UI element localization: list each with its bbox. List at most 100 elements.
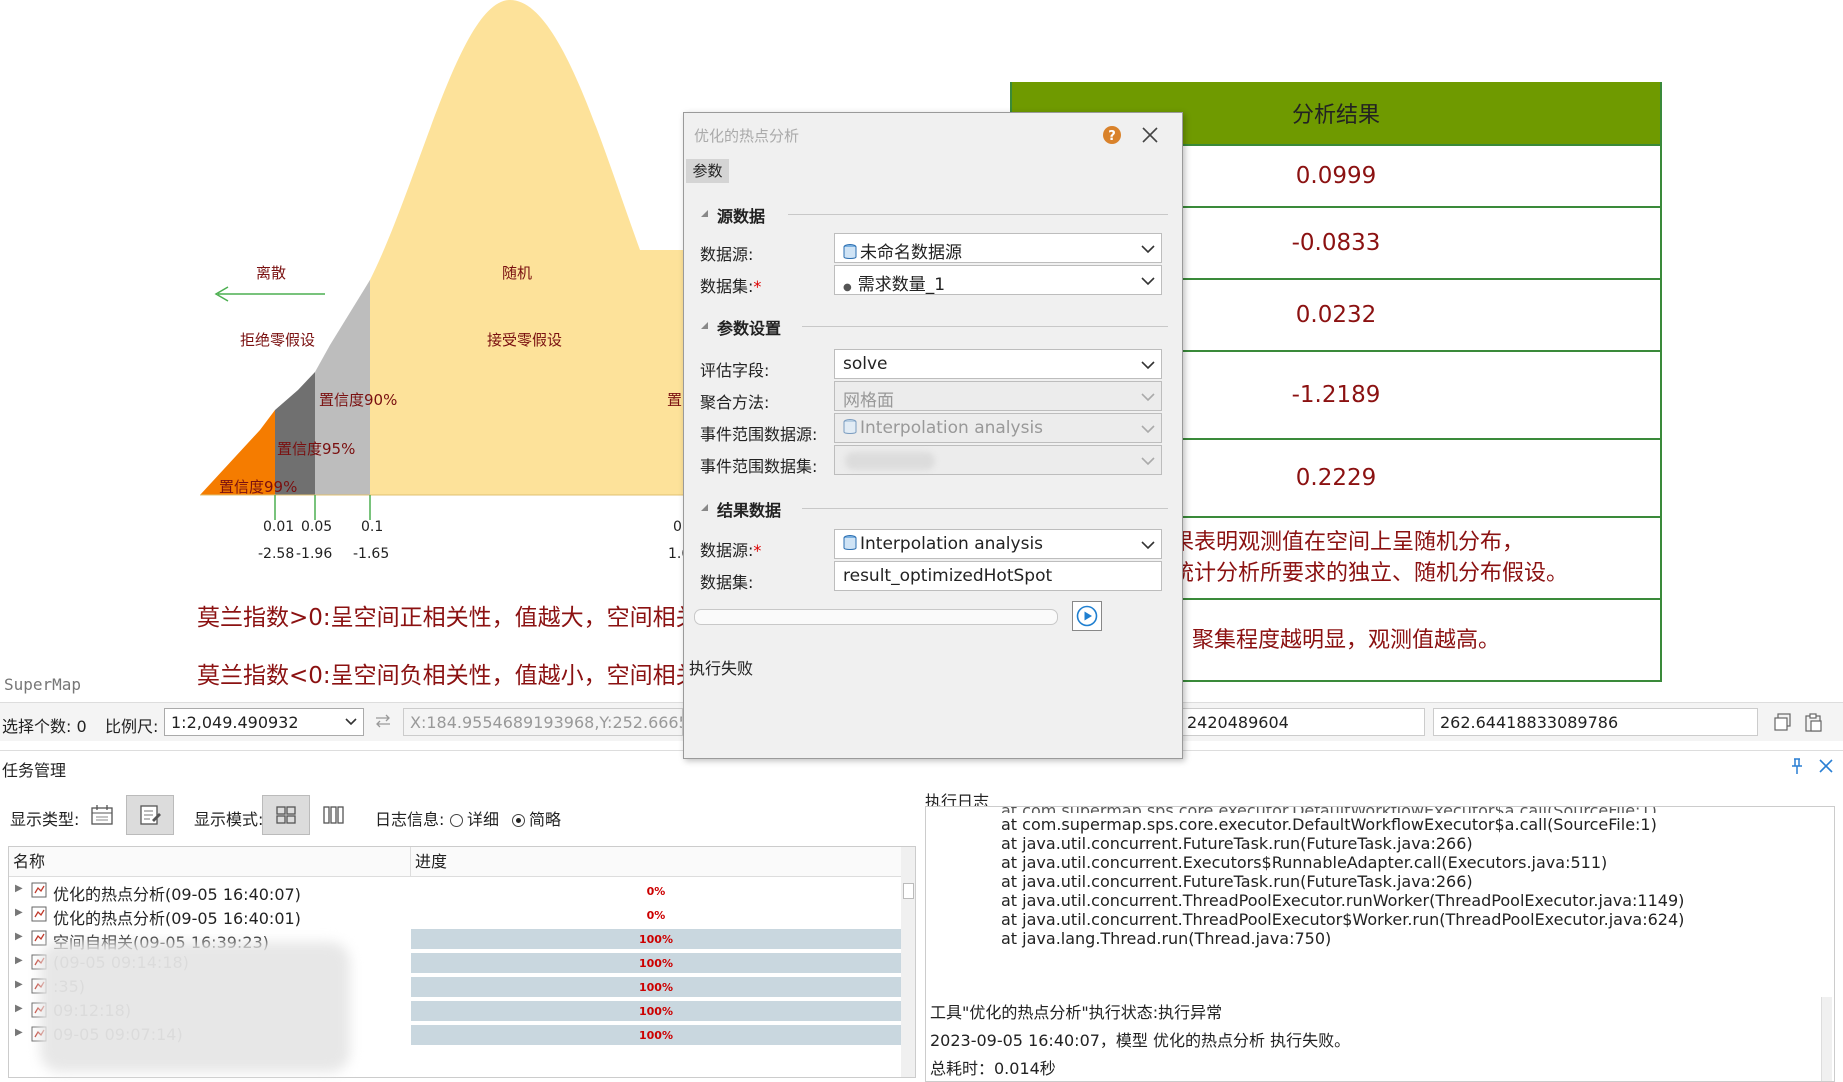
collapse-triangle-icon[interactable] [700,503,709,512]
agg-method-select[interactable]: 网格面 [834,381,1162,411]
supermap-watermark: SuperMap [4,675,82,694]
log-detail-radio[interactable]: 详细 [450,806,499,830]
log-brief-label: 简略 [529,810,562,829]
section-divider [802,326,1168,327]
task-panel-title: 任务管理 [2,761,67,780]
agg-method-label: 聚合方法: [700,393,770,412]
collapse-triangle-icon[interactable] [700,321,709,330]
expand-arrow-icon[interactable]: ▶ [15,1003,23,1014]
column-header-progress[interactable]: 进度 [411,847,901,877]
calendar-view-button[interactable] [78,795,126,835]
svg-text:?: ? [1108,129,1116,144]
log-line: at java.util.concurrent.ThreadPoolExecut… [1001,891,1685,910]
moran-positive-text: 莫兰指数>0:呈空间正相关性，值越大，空间相关性 [197,605,722,631]
paste-icon[interactable] [1803,712,1823,732]
label-conf95: 置信度95% [277,440,356,458]
log-line: at java.util.concurrent.FutureTask.run(F… [1001,834,1473,853]
log-scrollbar[interactable] [1821,997,1832,1081]
chevron-down-icon [1141,361,1155,370]
chevron-down-icon [1141,541,1155,550]
task-row[interactable]: ▶ 优化的热点分析(09-05 16:40:07) 0% [9,879,915,904]
task-name: 优化的热点分析(09-05 16:40:01) [53,909,301,928]
selection-count-label: 选择个数: 0 [2,717,87,736]
help-icon[interactable]: ? [1102,125,1122,145]
tick-z: -2.58 [258,546,295,562]
log-line: at java.util.concurrent.FutureTask.run(F… [1001,872,1473,891]
execution-status: 执行失败 [689,659,754,678]
label-random: 随机 [502,264,533,282]
event-datasource-select[interactable]: Interpolation analysis [834,413,1162,443]
expand-arrow-icon[interactable]: ▶ [15,883,23,894]
grid-icon [276,806,296,824]
event-dataset-select[interactable] [834,445,1162,475]
expand-arrow-icon[interactable]: ▶ [15,907,23,918]
label-reject-null: 拒绝零假设 [240,331,316,349]
log-line-cut: at com.supermap.sps.core.executor.Defaul… [1001,807,1657,813]
log-status-line: 工具"优化的热点分析"执行状态:执行异常 [930,1003,1223,1022]
log-info-label: 日志信息: [375,810,445,829]
log-panel[interactable]: at com.supermap.sps.core.executor.Defaul… [925,806,1835,1082]
play-icon [1076,605,1098,627]
coordinate-display: X:184.9554689193968,Y:252.6665833 [403,708,683,736]
eval-field-select[interactable]: solve [834,349,1162,379]
task-progress: 100% [411,1001,901,1021]
log-line: at com.supermap.sps.core.executor.Defaul… [1001,815,1657,834]
close-icon[interactable] [1141,126,1159,144]
log-view-button[interactable] [126,795,174,835]
privacy-blur [40,942,350,1072]
task-progress: 100% [411,953,901,973]
x-coordinate-field[interactable]: 2420489604 [1180,708,1425,736]
task-progress: 100% [411,929,901,949]
chevron-down-icon [1141,277,1155,286]
label-conf99: 置信度99% [219,478,298,496]
event-datasource-value: Interpolation analysis [860,418,1044,438]
grid-mode-button[interactable] [262,795,310,835]
log-detail-label: 详细 [467,810,500,829]
selection-count: 0 [76,717,87,736]
dialog-title: 优化的热点分析 [694,127,800,145]
datasource-select[interactable]: 未命名数据源 [834,233,1162,263]
privacy-blur [845,452,935,470]
scale-combo[interactable]: 1:2,049.490932 [164,708,364,736]
section-divider [802,508,1168,509]
task-row[interactable]: ▶ 优化的热点分析(09-05 16:40:01) 0% [9,903,915,928]
close-icon[interactable] [1818,758,1834,774]
radio-checked-icon [512,814,525,827]
section-source-data: 源数据 [717,207,766,226]
task-model-icon [31,882,47,898]
dataset-select[interactable]: ● 需求数量_1 [834,265,1162,295]
moran-negative-text: 莫兰指数<0:呈空间负相关性，值越小，空间相关性 [197,663,722,689]
column-header-name[interactable]: 名称 [9,847,411,877]
expand-arrow-icon[interactable]: ▶ [15,955,23,966]
task-progress: 0% [646,908,666,922]
log-line: at java.util.concurrent.Executors$Runnab… [1001,853,1608,872]
result-datasource-select[interactable]: Interpolation analysis [834,529,1162,559]
collapse-triangle-icon[interactable] [700,209,709,218]
result-conclusion-line: 果表明观测值在空间上呈随机分布， [1172,530,1525,555]
tab-parameters[interactable]: 参数 [686,159,729,183]
expand-arrow-icon[interactable]: ▶ [15,1027,23,1038]
progress-bar [694,609,1058,625]
copy-icon[interactable] [1773,712,1793,732]
y-coordinate-field[interactable]: 262.64418833089786 [1433,708,1758,736]
log-brief-radio[interactable]: 简略 [512,806,561,830]
expand-arrow-icon[interactable]: ▶ [15,931,23,942]
pin-icon[interactable] [1789,757,1805,775]
column-mode-button[interactable] [310,795,358,835]
database-icon [843,244,857,259]
eval-field-value: solve [843,354,888,374]
event-datasource-label: 事件范围数据源: [700,425,818,444]
run-button[interactable] [1072,601,1102,631]
calendar-icon [91,805,113,825]
document-edit-icon [140,805,161,825]
chevron-down-icon [1141,393,1155,402]
result-dataset-label: 数据集: [700,573,754,592]
dataset-label: 数据集:* [700,277,762,296]
log-time-line: 总耗时：0.014秒 [930,1059,1056,1078]
label-conf90: 置信度90% [319,391,398,409]
label-conf-partial: 置 [667,391,683,409]
display-mode-label: 显示模式: [194,810,264,829]
result-dataset-input[interactable]: result_optimizedHotSpot [834,561,1162,591]
expand-arrow-icon[interactable]: ▶ [15,979,23,990]
swap-icon[interactable] [374,713,392,729]
